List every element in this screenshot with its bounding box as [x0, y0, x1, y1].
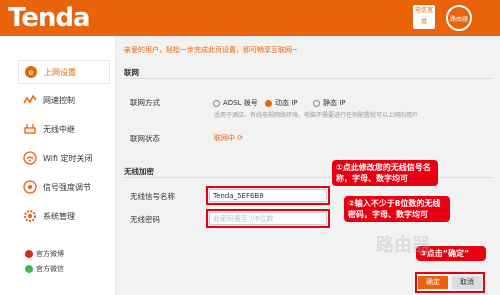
watermark-text: 路由器	[376, 235, 430, 256]
confirm-button[interactable]: 确定	[418, 276, 448, 289]
password-label: 无线密码	[130, 215, 160, 224]
internet-icon: e	[23, 64, 39, 80]
connection-method-label: 联网方式	[130, 98, 160, 107]
sidebar-item-internet[interactable]: e 上网设置	[18, 60, 110, 84]
weibo-icon	[25, 250, 33, 258]
ssid-highlight-box	[206, 186, 330, 205]
weibo-link[interactable]: 官方微博	[25, 249, 64, 259]
radio-adsl[interactable]: ADSL 拨号	[213, 98, 258, 108]
network-section-title: 联网	[124, 68, 139, 77]
relay-icon	[22, 121, 38, 137]
connection-status-label: 联网状态	[130, 134, 160, 143]
top-shortcut-label: 电信宽带	[414, 7, 433, 26]
speed-icon	[22, 92, 38, 108]
radio-circle	[265, 99, 272, 107]
divider	[124, 177, 494, 178]
wifi-icon	[22, 150, 38, 166]
top-shortcut-button[interactable]: 电信宽带	[413, 5, 435, 29]
logo: Tenda	[8, 3, 91, 33]
wechat-link[interactable]: 官方微信	[25, 264, 64, 274]
radio-circle	[313, 99, 320, 107]
wechat-icon	[25, 265, 33, 273]
gear-icon	[22, 208, 38, 224]
sidebar-item-wifi-timer[interactable]: Wifi 定时关闭	[18, 147, 108, 169]
sidebar-item-label: Wifi 定时关闭	[43, 153, 93, 163]
radio-dynamic-label: 动态 IP	[275, 99, 298, 107]
connection-status-value: 联网中 ⟳	[214, 134, 244, 142]
callout-password: ②输入不少于8位数的无线密码，字母、数字均可	[344, 196, 450, 222]
cancel-button[interactable]: 取消	[452, 276, 482, 289]
weibo-label: 官方微博	[36, 250, 64, 258]
connection-hint: 适用于酒店、有线电视网络环境、电脑不需要进行任何配置就可以上网的用户	[214, 112, 419, 119]
svg-text:e: e	[29, 68, 34, 77]
wechat-label: 官方微信	[36, 265, 64, 273]
top-header: Tenda 电信宽带 路由器	[0, 0, 500, 36]
radio-adsl-label: ADSL 拨号	[223, 99, 258, 107]
signal-icon	[22, 179, 38, 195]
radio-circle	[213, 99, 220, 107]
ssid-label: 无线信号名称	[130, 192, 175, 201]
radio-static-ip[interactable]: 静态 IP	[313, 98, 346, 108]
sidebar-item-label: 系统管理	[43, 211, 75, 221]
greeting-text: 亲爱的用户，轻松一步完成此页设置，即可畅享互联网~	[124, 46, 298, 54]
callout-ssid: ①点此修改您的无线信号名称，字母、数字均可	[332, 160, 438, 186]
sidebar-item-label: 无线中继	[43, 124, 75, 134]
sidebar-item-relay[interactable]: 无线中继	[18, 118, 108, 140]
sidebar-item-label: 上网设置	[44, 67, 76, 77]
sidebar-item-signal[interactable]: 信号强度调节	[18, 176, 108, 198]
sidebar-item-label: 网速控制	[43, 95, 75, 105]
sidebar-item-system[interactable]: 系统管理	[18, 205, 108, 227]
divider	[124, 78, 494, 79]
badge-icon: 路由器	[446, 5, 472, 31]
sidebar-item-label: 信号强度调节	[43, 182, 91, 192]
radio-dynamic-ip[interactable]: 动态 IP	[265, 98, 298, 108]
password-highlight-box	[206, 209, 330, 228]
wireless-section-title: 无线加密	[124, 167, 154, 176]
sidebar-item-speed[interactable]: 网速控制	[18, 89, 108, 111]
settings-panel: 亲爱的用户，轻松一步完成此页设置，即可畅享互联网~ 联网 联网方式 ADSL 拨…	[115, 36, 500, 295]
radio-static-label: 静态 IP	[323, 99, 346, 107]
svg-text:路由器: 路由器	[450, 15, 468, 23]
loading-spinner-icon: ⟳	[237, 134, 244, 142]
